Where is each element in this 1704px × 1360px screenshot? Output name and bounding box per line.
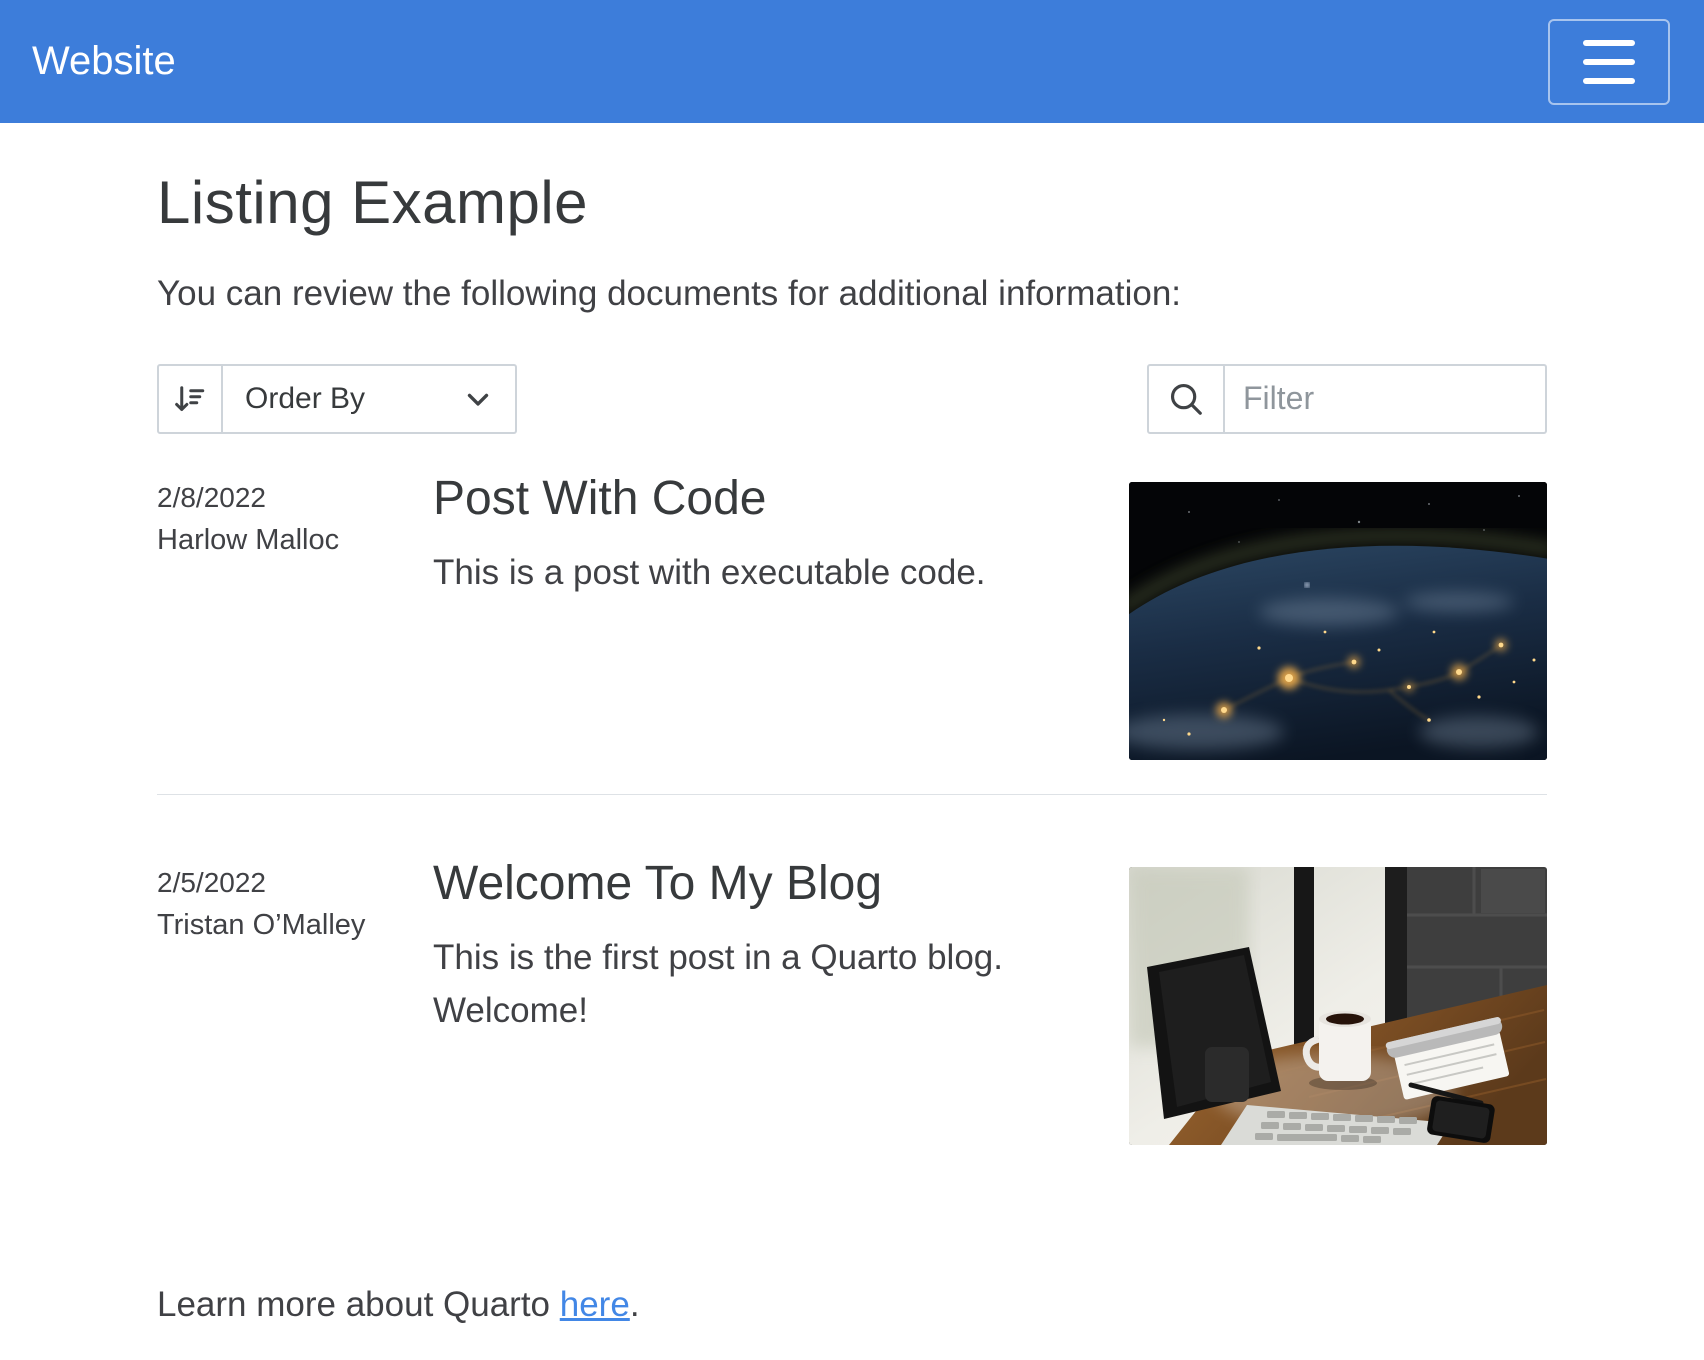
top-navbar: Website <box>0 0 1704 123</box>
post-thumbnail-desk-workspace-image[interactable] <box>1129 867 1547 1145</box>
post-meta: 2/8/2022 Harlow Malloc <box>157 482 433 760</box>
listing-controls: Order By <box>157 364 1547 434</box>
post-description: This is the first post in a Quarto blog.… <box>433 932 1105 1037</box>
order-by-dropdown[interactable]: Order By <box>157 364 517 434</box>
quarto-link[interactable]: here <box>560 1285 630 1324</box>
sort-descending-icon <box>159 366 223 432</box>
filter-search-box <box>1147 364 1547 434</box>
page-title: Listing Example <box>157 167 1547 239</box>
post-row-post-with-code[interactable]: 2/8/2022 Harlow Malloc Post With Code Th… <box>157 470 1547 795</box>
post-meta: 2/5/2022 Tristan O’Malley <box>157 867 433 1145</box>
navbar-toggle-button[interactable] <box>1548 19 1670 105</box>
post-author: Harlow Malloc <box>157 524 433 557</box>
footer-text-before: Learn more about Quarto <box>157 1285 560 1324</box>
post-date: 2/5/2022 <box>157 867 433 899</box>
footer-note: Learn more about Quarto here. <box>157 1285 1547 1325</box>
search-icon <box>1149 366 1225 432</box>
main-content: Listing Example You can review the follo… <box>157 167 1547 1325</box>
post-date: 2/8/2022 <box>157 482 433 514</box>
post-description: This is a post with executable code. <box>433 547 1105 600</box>
navbar-brand[interactable]: Website <box>32 39 176 84</box>
post-row-welcome-to-my-blog[interactable]: 2/5/2022 Tristan O’Malley Welcome To My … <box>157 855 1547 1145</box>
intro-text: You can review the following documents f… <box>157 269 1547 320</box>
post-body: Post With Code This is a post with execu… <box>433 470 1129 760</box>
post-body: Welcome To My Blog This is the first pos… <box>433 855 1129 1145</box>
chevron-down-icon <box>461 382 495 416</box>
post-author: Tristan O’Malley <box>157 909 433 942</box>
post-thumbnail-earth-night-image[interactable] <box>1129 482 1547 760</box>
filter-input[interactable] <box>1225 366 1545 432</box>
post-title-link[interactable]: Post With Code <box>433 470 1105 528</box>
order-by-label: Order By <box>245 382 365 416</box>
footer-text-after: . <box>630 1285 640 1324</box>
post-title-link[interactable]: Welcome To My Blog <box>433 855 1105 913</box>
